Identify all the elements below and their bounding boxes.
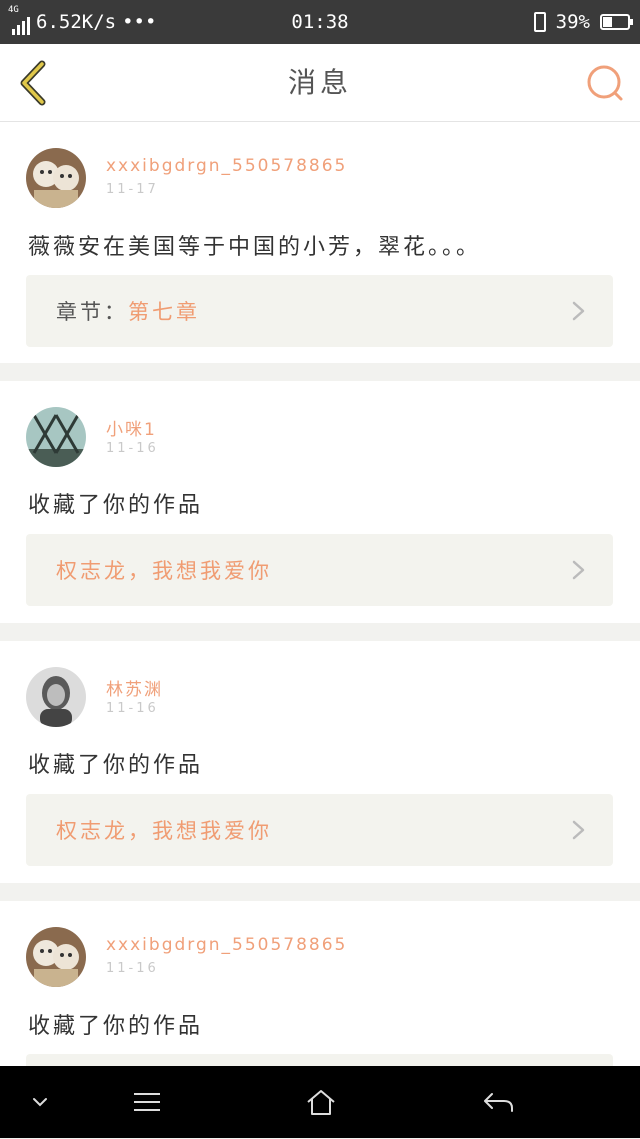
avatar[interactable] [26, 667, 86, 727]
chapter-link[interactable]: 章节： 第七章 [26, 275, 613, 347]
message-date: 11-16 [106, 441, 159, 456]
app-header: 消息 [0, 44, 640, 122]
chevron-right-icon [572, 820, 585, 840]
chevron-down-icon [33, 1098, 47, 1107]
username[interactable]: xxxibgdrgn_550578865 [106, 156, 347, 176]
username[interactable]: 林苏渊 [106, 675, 163, 700]
avatar-bears-image [26, 927, 86, 987]
link-text: 第七章 [128, 300, 200, 324]
message-date: 11-16 [106, 961, 159, 976]
search-button[interactable] [584, 62, 626, 104]
nav-back-button[interactable] [470, 1066, 526, 1138]
message-content: 收藏了你的作品 [28, 1014, 204, 1039]
nav-collapse-button[interactable] [20, 1066, 60, 1138]
menu-icon [134, 1093, 160, 1111]
avatar-girl-image [26, 667, 86, 727]
message-card: 林苏渊 11-16 收藏了你的作品 权志龙，我想我爱你 [0, 641, 640, 883]
message-list: xxxibgdrgn_550578865 11-17 薇薇安在美国等于中国的小芳… [0, 122, 640, 1139]
nav-home-button[interactable] [293, 1066, 349, 1138]
message-card: 小咪1 11-16 收藏了你的作品 权志龙，我想我爱你 [0, 381, 640, 623]
message-content: 收藏了你的作品 [28, 493, 204, 518]
message-date: 11-16 [106, 701, 159, 716]
work-link[interactable]: 权志龙，我想我爱你 [26, 534, 613, 606]
work-link[interactable]: 权志龙，我想我爱你 [26, 794, 613, 866]
search-icon [587, 65, 623, 101]
page-title: 消息 [287, 66, 352, 99]
message-date: 11-17 [106, 182, 159, 197]
link-text: 权志龙，我想我爱你 [56, 819, 272, 843]
chevron-right-icon [572, 560, 585, 580]
avatar[interactable] [26, 927, 86, 987]
username[interactable]: xxxibgdrgn_550578865 [106, 935, 347, 955]
link-prefix: 章节： [56, 300, 128, 324]
avatar[interactable] [26, 407, 86, 467]
return-icon [484, 1093, 513, 1112]
system-nav-bar [0, 1066, 640, 1138]
message-content: 收藏了你的作品 [28, 753, 204, 778]
message-card: xxxibgdrgn_550578865 11-17 薇薇安在美国等于中国的小芳… [0, 122, 640, 363]
link-text: 权志龙，我想我爱你 [56, 559, 272, 583]
nav-menu-button[interactable] [120, 1066, 174, 1138]
vibrate-icon [533, 12, 546, 32]
status-bar: 4G 6.52K/s ••• 01:38 39% [0, 0, 640, 44]
battery-icon [600, 14, 633, 30]
avatar-bridge-image [26, 407, 86, 467]
chevron-right-icon [572, 301, 585, 321]
message-content: 薇薇安在美国等于中国的小芳，翠花。。。 [28, 235, 482, 260]
avatar[interactable] [26, 148, 86, 208]
battery-percent: 39% [555, 11, 590, 33]
username[interactable]: 小咪1 [106, 415, 157, 440]
status-bar-right: 39% [533, 0, 633, 44]
home-icon [307, 1090, 335, 1115]
avatar-bears-image [26, 148, 86, 208]
